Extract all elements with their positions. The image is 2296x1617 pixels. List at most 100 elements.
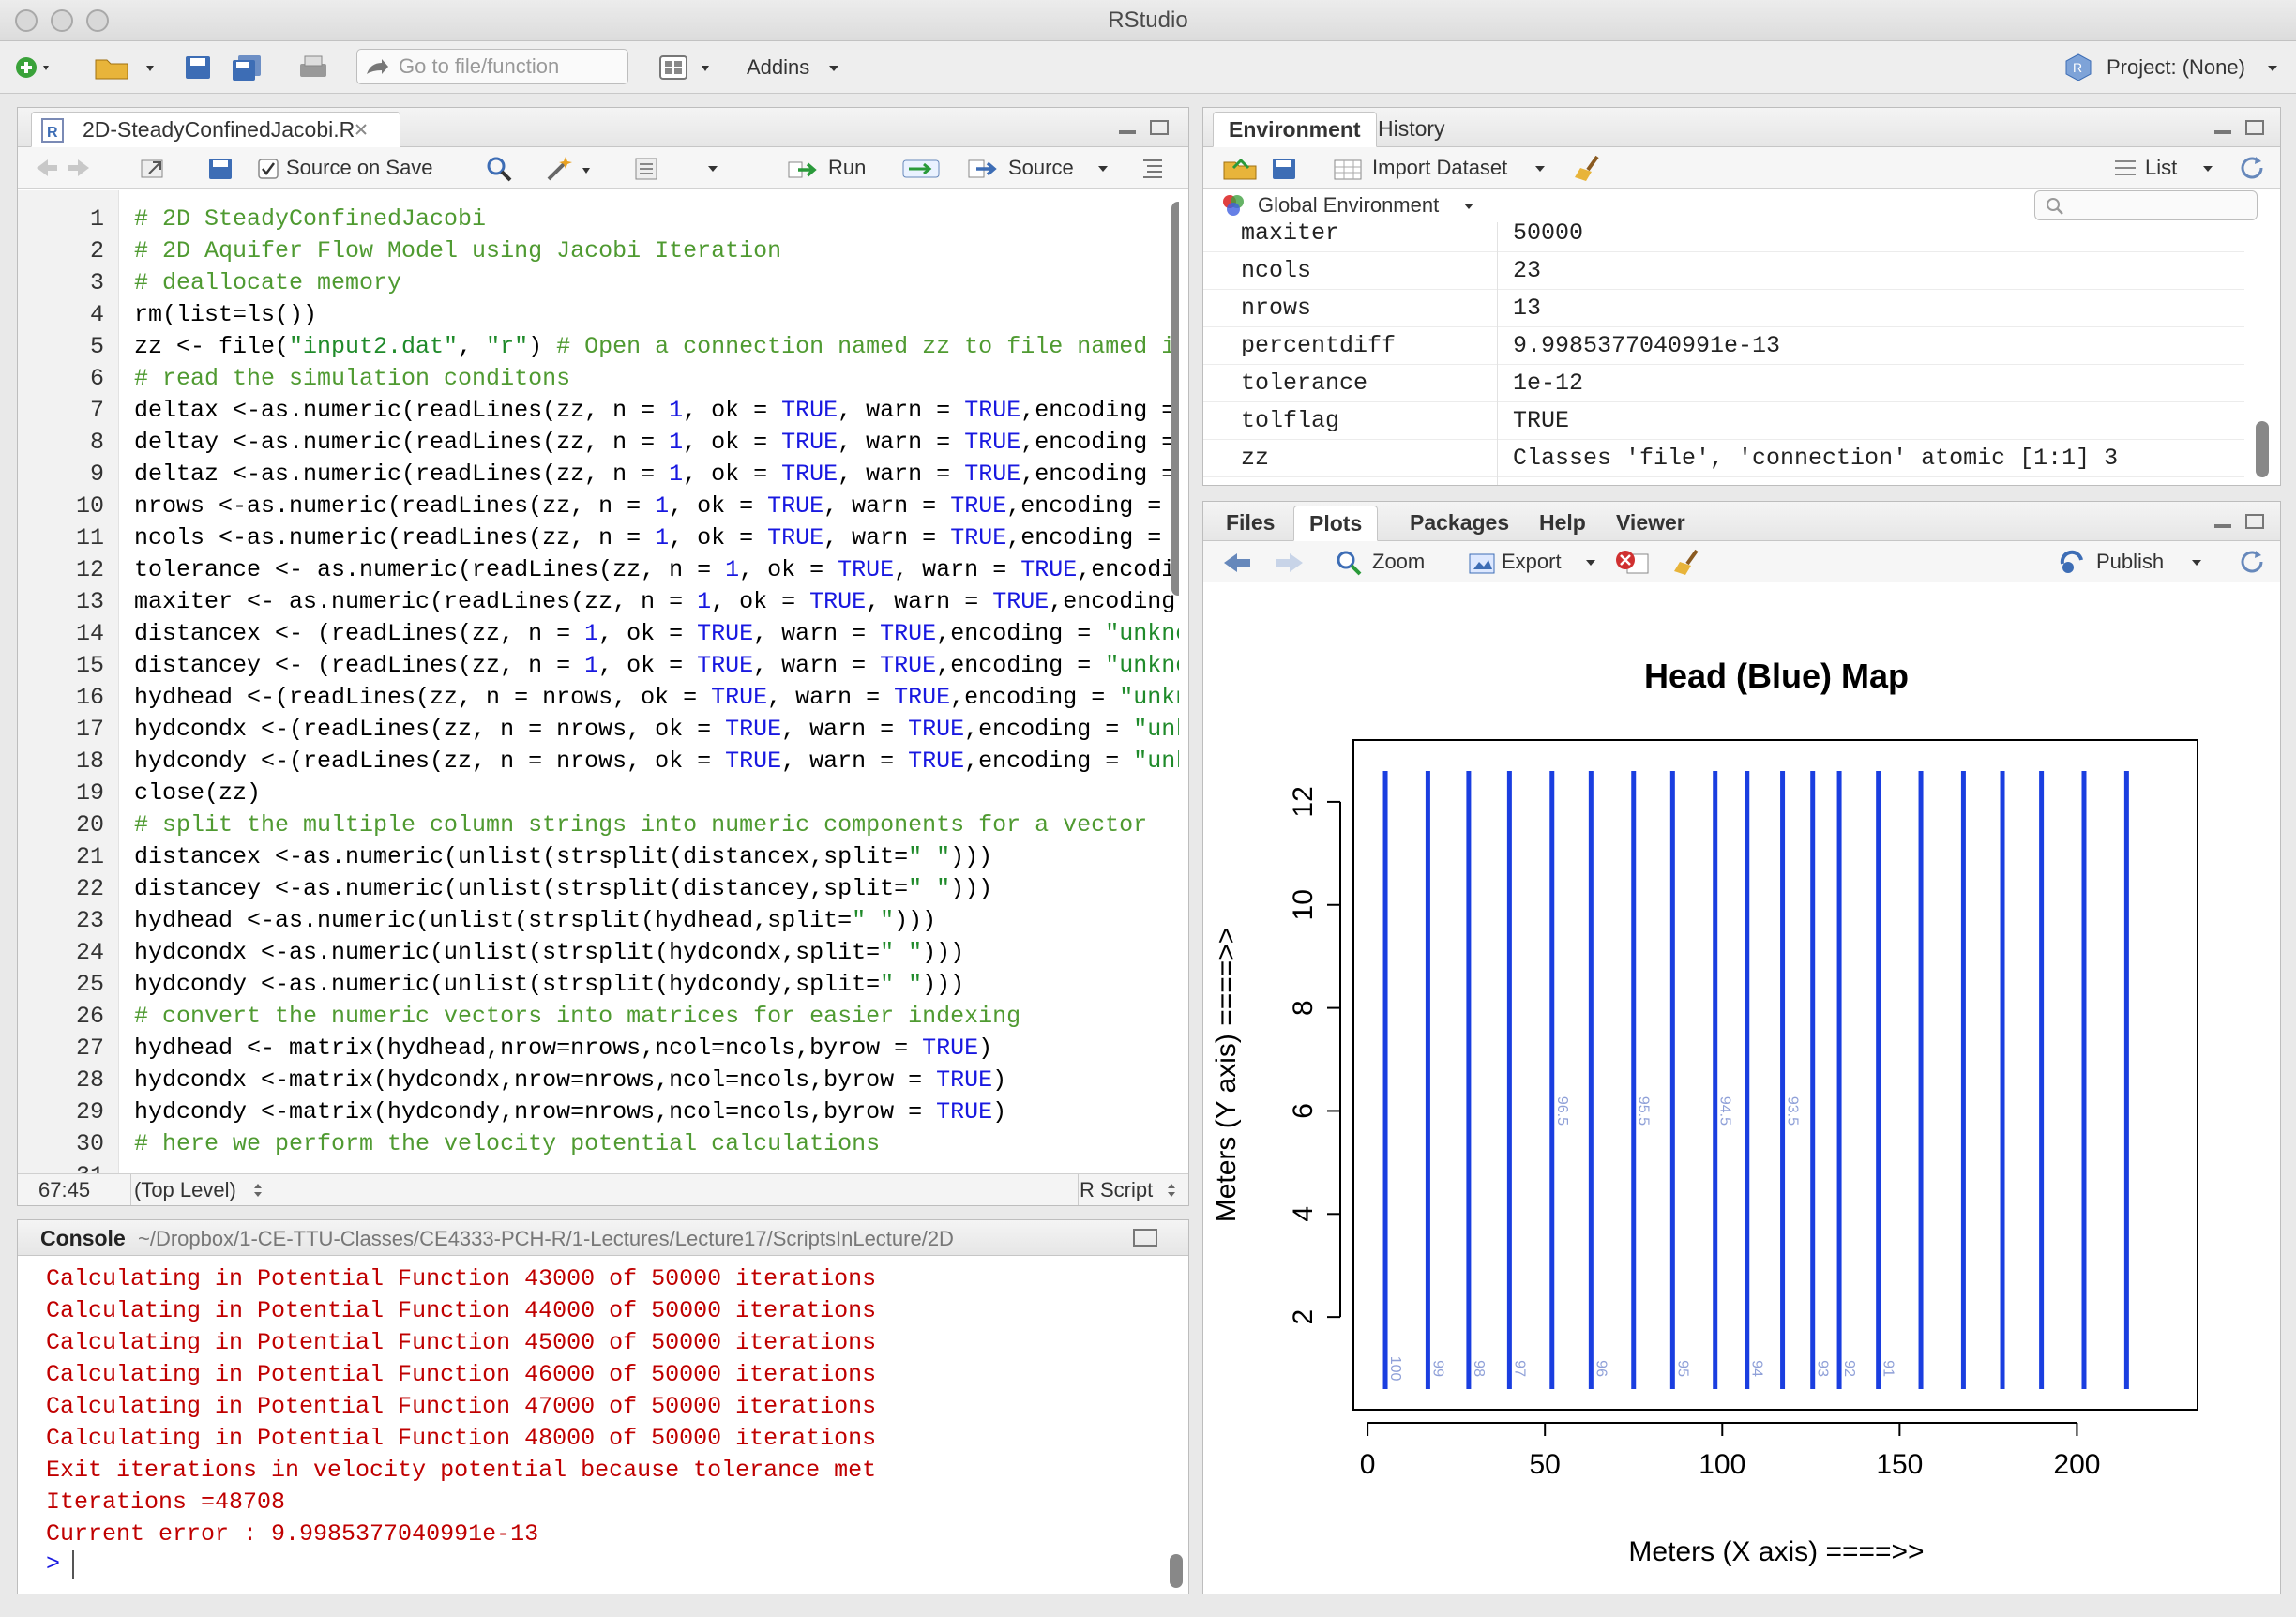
view-chevron-down-icon[interactable] <box>2201 164 2214 174</box>
save-icon[interactable] <box>184 54 212 81</box>
source-arrow-icon[interactable] <box>967 157 1004 181</box>
code-line[interactable]: hydhead <-as.numeric(unlist(strsplit(hyd… <box>134 905 936 937</box>
code-line[interactable]: distancex <-as.numeric(unlist(strsplit(d… <box>134 841 992 873</box>
next-plot-icon[interactable] <box>1273 551 1305 575</box>
scope-chevron-down-icon[interactable] <box>1462 202 1475 211</box>
code-line[interactable]: tolerance <- as.numeric(readLines(zz, n … <box>134 554 1179 586</box>
code-line[interactable]: # 2D Aquifer Flow Model using Jacobi Ite… <box>134 235 781 267</box>
environment-scrollbar[interactable] <box>2256 421 2269 477</box>
project-chevron-down-icon[interactable] <box>2266 64 2279 73</box>
previous-plot-icon[interactable] <box>1222 551 1254 575</box>
code-line[interactable]: distancey <- (readLines(zz, n = 1, ok = … <box>134 650 1179 682</box>
code-line[interactable]: hydcondy <-matrix(hydcondy,nrow=nrows,nc… <box>134 1096 1006 1128</box>
import-dataset-icon[interactable] <box>1333 157 1365 181</box>
publish-chevron-down-icon[interactable] <box>2190 558 2203 567</box>
clear-broom-icon[interactable] <box>1573 155 1605 183</box>
code-line[interactable]: rm(list=ls()) <box>134 299 317 331</box>
compile-report-icon[interactable] <box>633 157 661 181</box>
code-line[interactable]: hydcondx <-matrix(hydcondx,nrow=nrows,nc… <box>134 1065 1006 1096</box>
zoom-magnifier-icon[interactable] <box>1335 549 1363 577</box>
code-line[interactable]: distancex <- (readLines(zz, n = 1, ok = … <box>134 618 1179 650</box>
rerun-icon[interactable] <box>901 157 943 181</box>
addins-chevron-down-icon[interactable] <box>827 64 840 73</box>
env-minimize-icon[interactable] <box>2213 119 2233 136</box>
close-tab-icon[interactable] <box>354 122 369 137</box>
code-line[interactable]: deltay <-as.numeric(readLines(zz, n = 1,… <box>134 427 1179 459</box>
tab-viewer[interactable]: Viewer <box>1601 506 1700 541</box>
editor-vertical-scrollbar[interactable] <box>1171 202 1179 596</box>
print-icon[interactable] <box>298 54 328 81</box>
code-line[interactable]: close(zz) <box>134 778 261 809</box>
environment-row[interactable]: maxiter 50000 <box>1203 222 2244 252</box>
zoom-button[interactable]: Zoom <box>1372 549 1425 575</box>
tab-history[interactable]: History <box>1363 112 1460 147</box>
code-line[interactable]: maxiter <- as.numeric(readLines(zz, n = … <box>134 586 1179 618</box>
code-line[interactable]: hydcondy <-as.numeric(unlist(strsplit(hy… <box>134 969 964 1001</box>
code-line[interactable]: hydcondx <-(readLines(zz, n = nrows, ok … <box>134 714 1179 746</box>
code-line[interactable]: # read the simulation conditons <box>134 363 570 395</box>
console-path[interactable]: ~/Dropbox/1-CE-TTU-Classes/CE4333-PCH-R/… <box>138 1227 1123 1251</box>
code-line[interactable]: distancey <-as.numeric(unlist(strsplit(d… <box>134 873 992 905</box>
scope-selector[interactable]: (Top Level) <box>134 1174 236 1205</box>
outline-icon[interactable] <box>1140 157 1166 179</box>
publish-icon[interactable] <box>2057 549 2089 577</box>
code-line[interactable]: hydcondy <-(readLines(zz, n = nrows, ok … <box>134 746 1179 778</box>
goto-file-box[interactable]: Go to file/function <box>356 49 628 84</box>
run-arrow-icon[interactable] <box>787 157 824 181</box>
close-window-button[interactable] <box>15 9 38 32</box>
code-line[interactable]: nrows <-as.numeric(readLines(zz, n = 1, … <box>134 491 1179 522</box>
maximize-pane-icon[interactable] <box>1149 119 1170 136</box>
file-type-selector[interactable]: R Script <box>1080 1174 1153 1205</box>
environment-search-input[interactable] <box>2034 190 2258 220</box>
clear-plots-broom-icon[interactable] <box>1672 549 1704 577</box>
editor-save-icon[interactable] <box>207 157 234 181</box>
plots-refresh-icon[interactable] <box>2239 549 2267 577</box>
code-line[interactable]: deltaz <-as.numeric(readLines(zz, n = 1,… <box>134 459 1179 491</box>
console-prompt[interactable]: > <box>46 1550 60 1578</box>
import-dataset-button[interactable]: Import Dataset <box>1372 155 1507 181</box>
global-environment-selector[interactable]: Global Environment <box>1258 192 1439 219</box>
environment-row[interactable]: ncols 23 <box>1203 252 2244 290</box>
export-chevron-down-icon[interactable] <box>1584 558 1597 567</box>
remove-plot-icon[interactable] <box>1614 549 1652 577</box>
source-on-save-checkbox[interactable] <box>258 159 279 179</box>
load-workspace-icon[interactable] <box>1222 155 1258 181</box>
tab-help[interactable]: Help <box>1524 506 1601 541</box>
list-view-icon[interactable] <box>2113 159 2137 177</box>
code-line[interactable]: # split the multiple column strings into… <box>134 809 1147 841</box>
environment-row[interactable]: percentdiff 9.9985377040991e-13 <box>1203 327 2244 365</box>
run-button[interactable]: Run <box>828 155 866 181</box>
tab-environment[interactable]: Environment <box>1213 112 1377 147</box>
tab-packages[interactable]: Packages <box>1395 506 1524 541</box>
publish-button[interactable]: Publish <box>2096 549 2164 575</box>
tab-source-file[interactable]: 2D-SteadyConfinedJacobi.R <box>31 112 401 147</box>
export-icon[interactable] <box>1468 551 1498 575</box>
code-line[interactable]: # here we perform the velocity potential… <box>134 1128 880 1160</box>
scope-updown-icon[interactable] <box>252 1182 264 1199</box>
environment-row[interactable]: tolerance 1e-12 <box>1203 365 2244 402</box>
save-workspace-icon[interactable] <box>1271 157 1297 181</box>
plots-maximize-icon[interactable] <box>2244 513 2265 530</box>
back-forward-icon[interactable] <box>35 157 91 179</box>
tab-files[interactable]: Files <box>1211 506 1290 541</box>
minimize-window-button[interactable] <box>51 9 73 32</box>
code-line[interactable]: # convert the numeric vectors into matri… <box>134 1001 1020 1033</box>
code-line[interactable]: hydcondx <-as.numeric(unlist(strsplit(hy… <box>134 937 964 969</box>
filetype-updown-icon[interactable] <box>1166 1182 1177 1199</box>
code-line[interactable]: ncols <-as.numeric(readLines(zz, n = 1, … <box>134 522 1179 554</box>
code-line[interactable]: zz <- file("input2.dat", "r") # Open a c… <box>134 331 1179 363</box>
maximize-console-icon[interactable] <box>1132 1228 1160 1248</box>
import-chevron-down-icon[interactable] <box>1533 164 1547 174</box>
environment-row[interactable]: tolflag TRUE <box>1203 402 2244 440</box>
code-line[interactable]: hydhead <- matrix(hydhead,nrow=nrows,nco… <box>134 1033 992 1065</box>
refresh-icon[interactable] <box>2239 155 2267 183</box>
view-mode-selector[interactable]: List <box>2145 155 2177 181</box>
addins-menu[interactable]: Addins <box>747 54 809 81</box>
grid-layout-icon[interactable] <box>658 54 715 81</box>
source-button[interactable]: Source <box>1008 155 1074 181</box>
code-tools-wand-icon[interactable] <box>545 155 596 183</box>
open-file-icon[interactable] <box>94 53 159 83</box>
plots-minimize-icon[interactable] <box>2213 513 2233 530</box>
source-chevron-down-icon[interactable] <box>1096 164 1110 174</box>
environment-row[interactable]: nrows 13 <box>1203 290 2244 327</box>
